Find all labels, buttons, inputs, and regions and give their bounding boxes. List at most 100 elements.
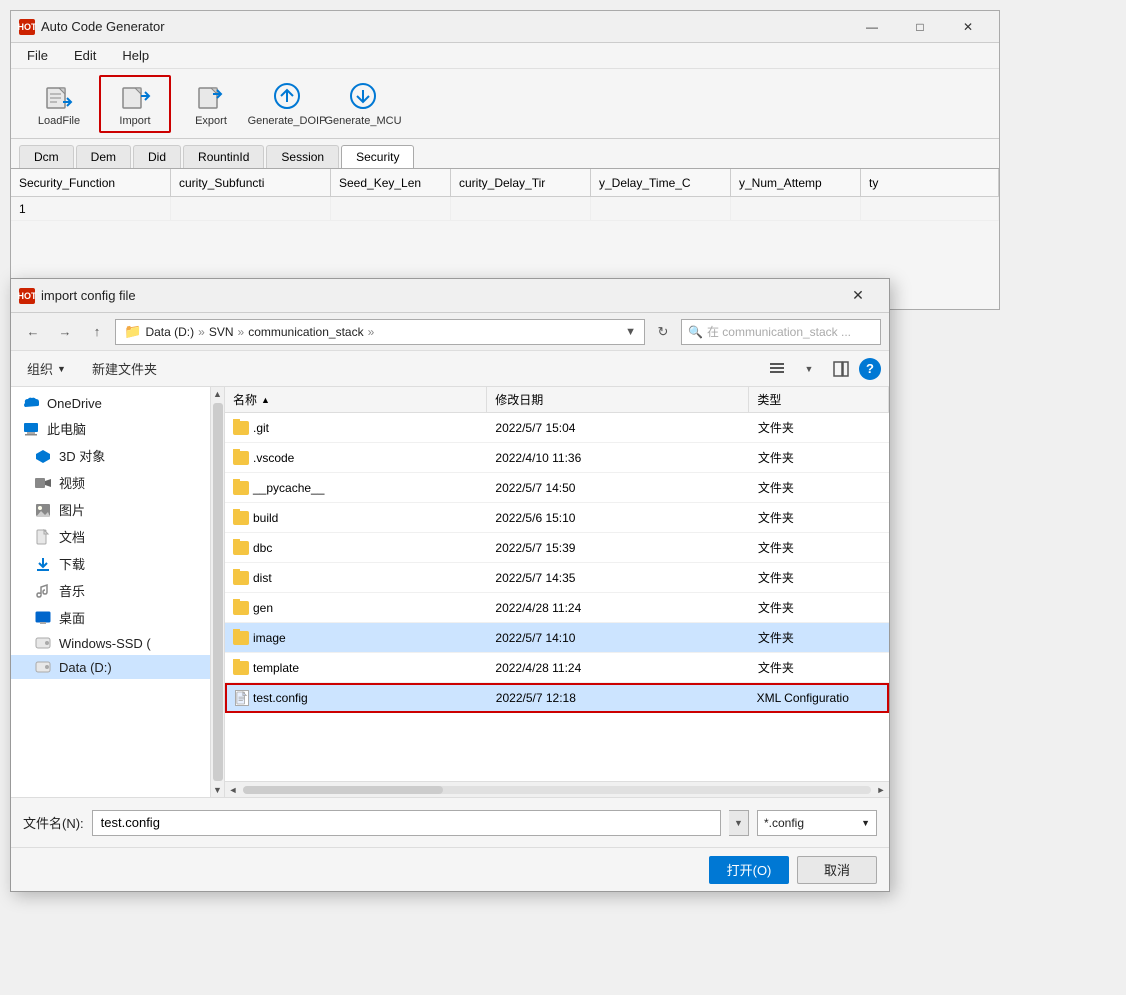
sidebar-item-onedrive[interactable]: OneDrive — [11, 391, 210, 415]
tab-routinid[interactable]: RountinId — [183, 145, 264, 168]
file-date-template: 2022/4/28 11:24 — [487, 659, 749, 677]
sidebar-label-this-pc: 此电脑 — [47, 419, 86, 438]
file-row-template[interactable]: template 2022/4/28 11:24 文件夹 — [225, 653, 889, 683]
data-d-icon — [35, 659, 51, 675]
menu-help[interactable]: Help — [114, 46, 157, 65]
file-list-header: 名称 ▲ 修改日期 类型 — [225, 387, 889, 413]
nav-up-button[interactable]: ↑ — [83, 318, 111, 346]
documents-icon — [35, 529, 51, 545]
search-box[interactable]: 🔍 在 communication_stack ... — [681, 319, 881, 345]
h-scroll-left-button[interactable]: ◄ — [225, 782, 241, 798]
file-type-test-config: XML Configuratio — [749, 689, 887, 707]
col-security-delay-time: curity_Delay_Tir — [451, 169, 591, 196]
menu-edit[interactable]: Edit — [66, 46, 104, 65]
nav-back-button[interactable]: ← — [19, 318, 47, 346]
file-col-date[interactable]: 修改日期 — [487, 387, 749, 412]
sidebar-item-music[interactable]: 音乐 — [11, 577, 210, 604]
video-icon — [35, 475, 51, 491]
file-row-build[interactable]: build 2022/5/6 15:10 文件夹 — [225, 503, 889, 533]
h-scroll-right-button[interactable]: ► — [873, 782, 889, 798]
maximize-button[interactable]: □ — [897, 11, 943, 43]
nav-forward-button[interactable]: → — [51, 318, 79, 346]
generate-mcu-button[interactable]: Generate_MCU — [327, 75, 399, 133]
export-button[interactable]: Export — [175, 75, 247, 133]
sidebar-item-pictures[interactable]: 图片 — [11, 496, 210, 523]
cancel-button[interactable]: 取消 — [797, 856, 877, 884]
onedrive-icon — [23, 395, 39, 411]
app-title-bar: HOT Auto Code Generator — □ ✕ — [11, 11, 999, 43]
desktop-icon — [35, 610, 51, 626]
dialog-icon: HOT — [19, 288, 35, 304]
file-row-dist[interactable]: dist 2022/5/7 14:35 文件夹 — [225, 563, 889, 593]
sidebar-item-download[interactable]: 下载 — [11, 550, 210, 577]
tab-session[interactable]: Session — [266, 145, 339, 168]
sidebar-item-desktop[interactable]: 桌面 — [11, 604, 210, 631]
file-row-test-config[interactable]: test.config 2022/5/7 12:18 XML Configura… — [225, 683, 889, 713]
file-name-dbc: dbc — [253, 541, 272, 555]
file-row-dbc[interactable]: dbc 2022/5/7 15:39 文件夹 — [225, 533, 889, 563]
breadcrumb-bar[interactable]: 📁 Data (D:) » SVN » communication_stack … — [115, 319, 645, 345]
open-button[interactable]: 打开(O) — [709, 856, 789, 884]
folder-icon — [233, 481, 249, 495]
generate-doip-button[interactable]: Generate_DOIP — [251, 75, 323, 133]
file-row-image[interactable]: image 2022/5/7 14:10 文件夹 — [225, 623, 889, 653]
new-folder-button[interactable]: 新建文件夹 — [82, 356, 167, 381]
cell-row1-col5 — [591, 197, 731, 220]
file-row-vscode[interactable]: .vscode 2022/4/10 11:36 文件夹 — [225, 443, 889, 473]
sidebar-item-documents[interactable]: 文档 — [11, 523, 210, 550]
file-name-vscode: .vscode — [253, 451, 294, 465]
menu-file[interactable]: File — [19, 46, 56, 65]
file-list-area: 名称 ▲ 修改日期 类型 .git 2022/5/7 1 — [225, 387, 889, 797]
loadfile-label: LoadFile — [38, 115, 80, 127]
tab-security[interactable]: Security — [341, 145, 414, 168]
organize-button[interactable]: 组织 ▼ — [19, 356, 74, 381]
sidebar-label-desktop: 桌面 — [59, 608, 85, 627]
cell-row1-col7 — [861, 197, 999, 220]
view-list-button[interactable] — [763, 355, 791, 383]
h-scrollbar[interactable]: ◄ ► — [225, 781, 889, 797]
view-dropdown-button[interactable]: ▼ — [795, 355, 823, 383]
tab-dcm[interactable]: Dcm — [19, 145, 74, 168]
sidebar-item-this-pc[interactable]: 此电脑 — [11, 415, 210, 442]
preview-pane-button[interactable] — [827, 355, 855, 383]
refresh-button[interactable]: ↻ — [649, 318, 677, 346]
file-col-type[interactable]: 类型 — [749, 387, 889, 412]
file-date-dist: 2022/5/7 14:35 — [487, 569, 749, 587]
scroll-down-button[interactable]: ▼ — [211, 783, 225, 797]
filetype-select[interactable]: *.config ▼ — [757, 810, 877, 836]
search-icon: 🔍 — [688, 325, 703, 339]
filename-input[interactable] — [92, 810, 721, 836]
filetype-dropdown-icon: ▼ — [861, 818, 870, 828]
tab-did[interactable]: Did — [133, 145, 181, 168]
h-scroll-thumb[interactable] — [243, 786, 443, 794]
dialog-close-button[interactable]: ✕ — [835, 279, 881, 313]
file-row-gen[interactable]: gen 2022/4/28 11:24 文件夹 — [225, 593, 889, 623]
file-name-template: template — [253, 661, 299, 675]
import-button[interactable]: Import — [99, 75, 171, 133]
scroll-thumb[interactable] — [213, 403, 223, 781]
breadcrumb-comm-stack[interactable]: communication_stack — [248, 325, 363, 339]
scroll-up-button[interactable]: ▲ — [211, 387, 225, 401]
breadcrumb-svn[interactable]: SVN — [209, 325, 234, 339]
close-button[interactable]: ✕ — [945, 11, 991, 43]
file-col-name[interactable]: 名称 ▲ — [225, 387, 487, 412]
file-date-build: 2022/5/6 15:10 — [487, 509, 749, 527]
minimize-button[interactable]: — — [849, 11, 895, 43]
file-row-pycache[interactable]: __pycache__ 2022/5/7 14:50 文件夹 — [225, 473, 889, 503]
file-row-git[interactable]: .git 2022/5/7 15:04 文件夹 — [225, 413, 889, 443]
sidebar-item-windows-ssd[interactable]: Windows-SSD ( — [11, 631, 210, 655]
h-scroll-track[interactable] — [243, 786, 871, 794]
sidebar-item-video[interactable]: 视频 — [11, 469, 210, 496]
sidebar-item-3d[interactable]: 3D 对象 — [11, 442, 210, 469]
sidebar-scrollbar[interactable]: ▲ ▼ — [211, 387, 225, 797]
folder-icon — [233, 661, 249, 675]
filename-dropdown[interactable]: ▼ — [729, 810, 749, 836]
file-type-dist: 文件夹 — [750, 567, 889, 588]
tab-dem[interactable]: Dem — [76, 145, 131, 168]
cell-row1-col2 — [171, 197, 331, 220]
cell-row1-col4 — [451, 197, 591, 220]
breadcrumb-data-d[interactable]: Data (D:) — [145, 325, 194, 339]
sidebar-item-data-d[interactable]: Data (D:) — [11, 655, 210, 679]
help-button[interactable]: ? — [859, 358, 881, 380]
loadfile-button[interactable]: LoadFile — [23, 75, 95, 133]
